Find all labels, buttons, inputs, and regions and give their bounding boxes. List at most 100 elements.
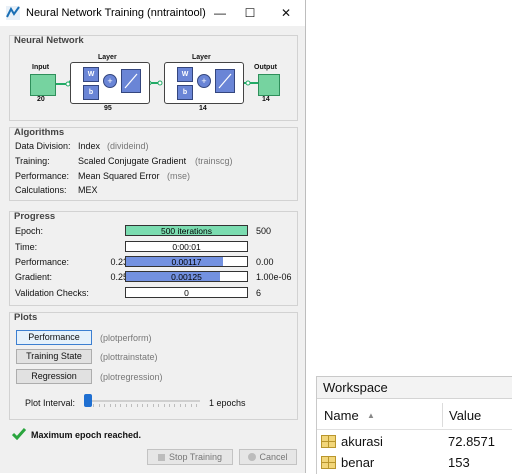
plot-interval-slider[interactable]: [84, 394, 200, 408]
progress-value: 0:00:01: [172, 242, 201, 252]
slider-track: [84, 400, 200, 402]
close-button[interactable]: ✕: [272, 4, 300, 22]
performance-plot-button[interactable]: Performance: [16, 330, 92, 345]
stop-training-button[interactable]: Stop Training: [147, 449, 233, 465]
progress-value: 0.00125: [171, 272, 202, 282]
title-bar[interactable]: Neural Network Training (nntraintool) — …: [0, 0, 305, 26]
layer1-box: W b +: [70, 62, 150, 104]
progress-label: Gradient:: [15, 272, 53, 282]
slider-tick: [98, 404, 100, 407]
minimize-button[interactable]: —: [206, 4, 234, 22]
layer1-sum-node: +: [103, 74, 117, 88]
algo-label-calculations: Calculations:: [15, 185, 67, 195]
column-header-name[interactable]: Name: [324, 408, 359, 423]
progress-bar: 0:00:01: [125, 241, 248, 252]
progress-row-performance: Performance: 0.235 0.00117 0.00: [15, 256, 295, 268]
progress-value: 0.00117: [171, 257, 202, 267]
slider-tick: [125, 404, 127, 407]
plot-interval-label: Plot Interval:: [25, 398, 76, 408]
layer2-transfer-icon: [215, 69, 235, 93]
layer2-size: 14: [199, 105, 207, 112]
variable-name: benar: [341, 455, 375, 470]
output-size: 14: [262, 96, 270, 103]
plot-interval-value: 1 epochs: [209, 398, 246, 408]
panel-title-algorithms: Algorithms: [14, 127, 65, 138]
algo-fn-division: (divideind): [107, 141, 149, 151]
slider-tick: [196, 404, 197, 407]
workspace-title: Workspace: [323, 380, 388, 395]
layer1-bias-block: b: [83, 85, 99, 100]
layer2-box: W b +: [164, 62, 244, 104]
progress-end: 500: [256, 226, 272, 236]
layer1-size: 95: [104, 105, 112, 112]
performance-plot-fn: (plotperform): [100, 333, 152, 343]
slider-tick: [147, 404, 149, 407]
progress-label: Time:: [15, 242, 38, 252]
column-divider: [442, 403, 443, 427]
algo-value-performance: Mean Squared Error: [78, 171, 160, 181]
variable-value: 153: [448, 455, 470, 470]
progress-end: 0.00: [256, 257, 274, 267]
algo-label-performance: Performance:: [15, 171, 70, 181]
progress-row-gradient: Gradient: 0.251 0.00125 1.00e-06: [15, 271, 295, 283]
algo-fn-training: (trainscg): [195, 156, 233, 166]
progress-end: 6: [256, 288, 262, 298]
progress-bar: 0: [125, 287, 248, 298]
progress-end: 1.00e-06: [256, 272, 292, 282]
algo-value-training: Scaled Conjugate Gradient: [78, 156, 187, 166]
variable-name: akurasi: [341, 434, 383, 449]
slider-tick: [152, 404, 154, 407]
regression-plot-fn: (plotregression): [100, 372, 163, 382]
workspace-row[interactable]: akurasi 72.8571: [317, 431, 512, 451]
slider-tick: [158, 404, 160, 407]
cancel-label: Cancel: [259, 452, 288, 462]
output-label: Output: [254, 64, 277, 71]
layer2-label: Layer: [192, 54, 211, 61]
stop-training-label: Stop Training: [168, 452, 223, 462]
workspace-panel: Workspace Name ▲ Value akurasi 72.8571 b…: [316, 376, 512, 474]
column-header-value[interactable]: Value: [449, 408, 481, 423]
maximize-button[interactable]: ☐: [236, 4, 264, 22]
cancel-button[interactable]: Cancel: [239, 449, 297, 465]
layer1-weight-block: W: [83, 67, 99, 82]
slider-thumb[interactable]: [84, 394, 92, 407]
slider-tick: [93, 404, 95, 407]
layer1-transfer-icon: [121, 69, 141, 93]
algo-label-division: Data Division:: [15, 141, 71, 151]
progress-row-epoch: Epoch:0500 iterations500: [15, 225, 295, 237]
progress-bar: 0.00125: [125, 271, 248, 282]
slider-tick: [109, 404, 111, 407]
cancel-icon: [248, 453, 257, 461]
algo-value-calculations: MEX: [78, 185, 98, 195]
neural-network-panel: Neural Network Input 20 Layer W b + 95 L…: [9, 35, 298, 121]
slider-tick: [104, 404, 106, 407]
progress-label: Epoch:: [15, 226, 44, 236]
slider-tick: [169, 404, 170, 407]
regression-plot-button[interactable]: Regression: [16, 369, 92, 384]
status-message: Maximum epoch reached.: [31, 430, 142, 440]
layer2-bias-block: b: [177, 85, 193, 100]
training-state-plot-button[interactable]: Training State: [16, 349, 92, 364]
variable-value: 72.8571: [448, 434, 495, 449]
progress-label: Validation Checks:: [15, 288, 89, 298]
slider-tick: [115, 404, 116, 407]
progress-bar: 0.00117: [125, 256, 248, 267]
nntraintool-window: Neural Network Training (nntraintool) — …: [0, 0, 306, 473]
training-state-plot-fn: (plottrainstate): [100, 352, 158, 362]
algo-value-division: Index: [78, 141, 101, 151]
input-block: [30, 74, 56, 96]
matlab-icon: [6, 6, 20, 20]
slider-tick: [190, 404, 192, 407]
workspace-row[interactable]: benar 153: [317, 452, 512, 472]
matrix-variable-icon: [321, 435, 336, 448]
slider-tick: [136, 404, 138, 407]
workspace-titlebar[interactable]: Workspace: [317, 377, 512, 399]
progress-value: 0: [184, 288, 189, 298]
progress-row-time: Time: 0:00:01: [15, 241, 295, 253]
slider-tick: [142, 404, 143, 407]
slider-tick: [179, 404, 181, 407]
slider-tick: [163, 404, 165, 407]
output-block: [258, 74, 280, 96]
panel-title-network: Neural Network: [14, 35, 84, 46]
workspace-header-row: Name ▲ Value: [317, 399, 512, 430]
